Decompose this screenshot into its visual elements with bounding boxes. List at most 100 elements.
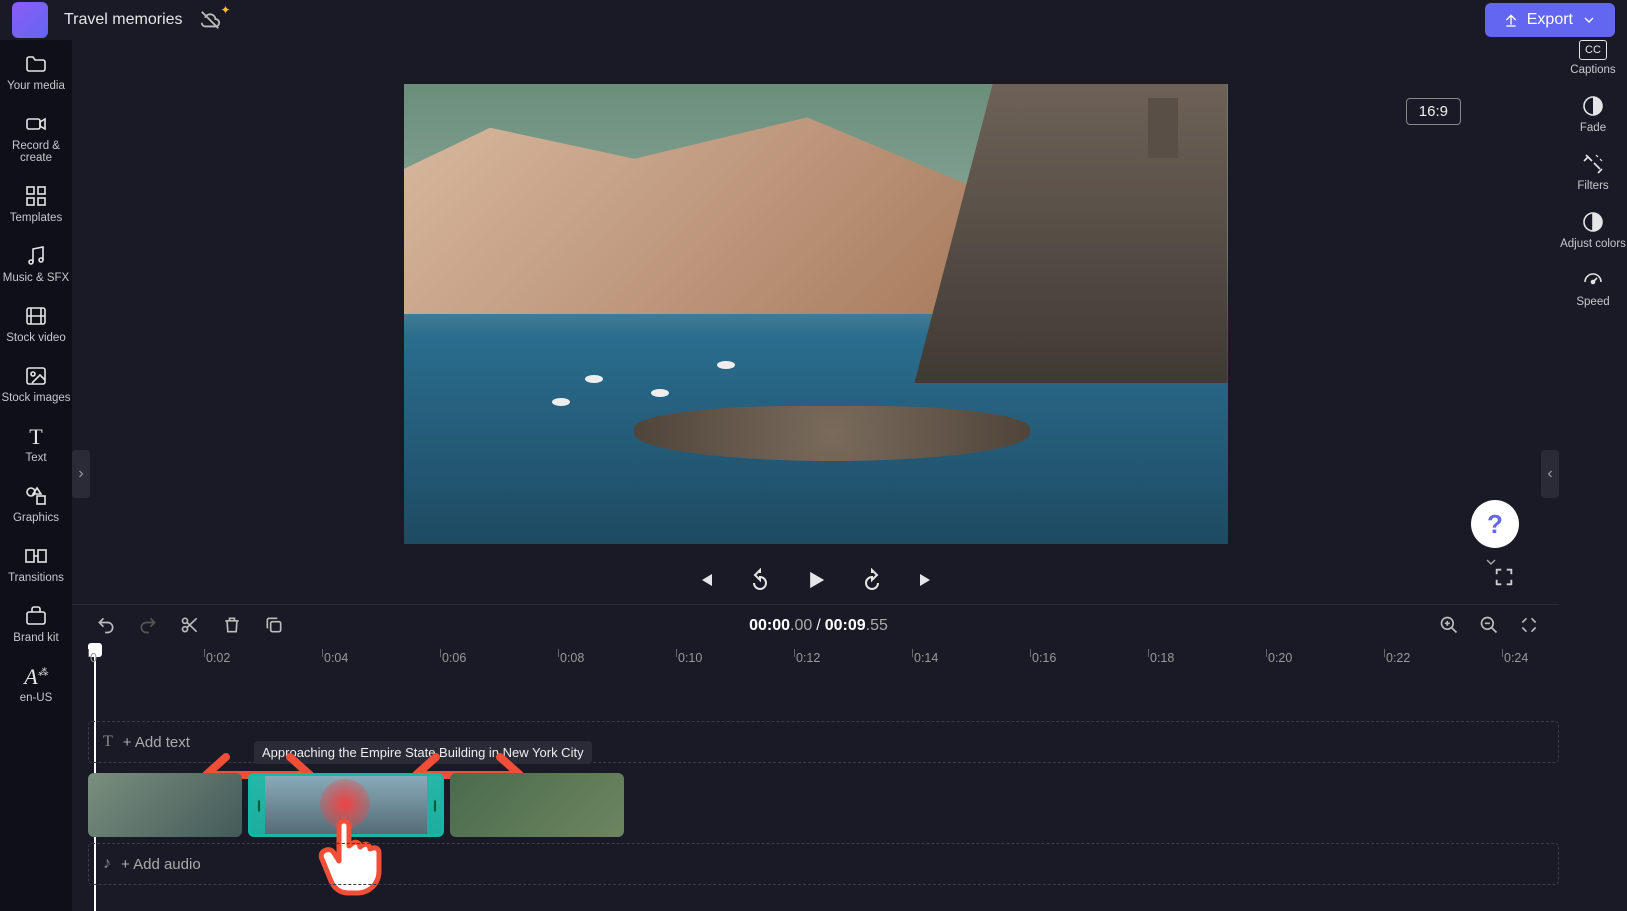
project-title[interactable]: Travel memories <box>64 11 183 29</box>
video-clip-3[interactable] <box>450 773 624 837</box>
adjust-colors-icon <box>1581 210 1605 234</box>
ruler-tick: 0:04 <box>324 651 348 665</box>
sidebar-item-label: Graphics <box>13 512 59 524</box>
ruler-tick: 0:02 <box>206 651 230 665</box>
timeline-toolbar: 00:00.00 / 00:09.55 <box>78 605 1559 647</box>
fit-icon <box>1519 615 1539 635</box>
text-icon: T <box>103 733 113 751</box>
clip-trim-handle-left[interactable] <box>251 776 265 834</box>
right-item-speed[interactable]: Speed <box>1576 268 1609 308</box>
play-button[interactable] <box>802 566 830 594</box>
ruler-tick: 0:10 <box>678 651 702 665</box>
current-time-main: 00:00 <box>749 617 790 634</box>
skip-back-icon <box>692 568 716 592</box>
redo-icon <box>138 615 158 635</box>
sidebar-item-text[interactable]: T Text <box>24 422 48 466</box>
camcorder-icon <box>24 112 48 136</box>
skip-back-button[interactable] <box>690 566 718 594</box>
sidebar-item-templates[interactable]: Templates <box>10 182 62 226</box>
expand-right-panel-button[interactable] <box>1541 450 1559 498</box>
sidebar-item-stock-video[interactable]: Stock video <box>6 302 65 346</box>
sidebar-item-language[interactable]: A⁂ en-US <box>20 662 53 706</box>
app-logo-icon[interactable] <box>12 2 48 38</box>
zoom-in-button[interactable] <box>1439 615 1461 637</box>
aspect-ratio-selector[interactable]: 16:9 <box>1406 98 1461 125</box>
right-item-adjust-colors[interactable]: Adjust colors <box>1560 210 1626 250</box>
sidebar-item-your-media[interactable]: Your media <box>7 50 65 94</box>
clip-trim-handle-right[interactable] <box>427 776 441 834</box>
video-clip-1[interactable] <box>88 773 242 837</box>
sidebar-item-label: Music & SFX <box>3 272 69 284</box>
right-item-filters[interactable]: Filters <box>1577 152 1608 192</box>
music-icon: ♪ <box>103 855 111 873</box>
trash-icon <box>222 615 242 635</box>
time-readout: 00:00.00 / 00:09.55 <box>749 617 888 635</box>
text-track-placeholder: + Add text <box>123 734 190 751</box>
timeline-ruler[interactable]: 0 0:02 0:04 0:06 0:08 0:10 0:12 0:14 0:1… <box>88 647 1559 677</box>
split-button[interactable] <box>264 615 286 637</box>
cut-button[interactable] <box>180 615 202 637</box>
sidebar-item-record-create[interactable]: Record & create <box>0 110 72 166</box>
speed-icon <box>1581 268 1605 292</box>
expand-left-panel-button[interactable] <box>72 450 90 498</box>
briefcase-icon <box>24 604 48 628</box>
clip-tooltip: Approaching the Empire State Building in… <box>254 741 592 764</box>
center-area: 16:9 ? <box>72 40 1559 911</box>
cloud-sync-off-icon[interactable]: ✦ <box>199 9 221 31</box>
skip-forward-button[interactable] <box>914 566 942 594</box>
zoom-controls <box>1439 615 1541 637</box>
sidebar-item-graphics[interactable]: Graphics <box>13 482 59 526</box>
captions-icon: CC <box>1579 40 1607 60</box>
delete-button[interactable] <box>222 615 244 637</box>
right-item-captions[interactable]: CC Captions <box>1570 40 1615 76</box>
scissors-icon <box>180 615 200 635</box>
sidebar-item-label: Stock images <box>1 392 70 404</box>
tracks-container: T + Add text Approaching the Empire Stat… <box>88 677 1559 911</box>
sidebar-item-label: Brand kit <box>13 632 58 644</box>
sidebar-item-stock-images[interactable]: Stock images <box>1 362 70 406</box>
ruler-tick: 0 <box>90 651 97 665</box>
video-clip-2-selected[interactable] <box>248 773 444 837</box>
ruler-tick: 0:18 <box>1150 651 1174 665</box>
ruler-tick: 0:14 <box>914 651 938 665</box>
sidebar-item-brand-kit[interactable]: Brand kit <box>13 602 58 646</box>
chevron-left-icon <box>1544 468 1556 480</box>
undo-button[interactable] <box>96 615 118 637</box>
folder-icon <box>24 52 48 76</box>
forward-button[interactable] <box>858 566 886 594</box>
zoom-out-button[interactable] <box>1479 615 1501 637</box>
filters-icon <box>1581 152 1605 176</box>
chevron-right-icon <box>75 468 87 480</box>
audio-track[interactable]: ♪ + Add audio <box>88 843 1559 885</box>
upload-icon <box>1503 12 1519 28</box>
fullscreen-button[interactable] <box>1493 566 1517 590</box>
ruler-tick: 0:22 <box>1386 651 1410 665</box>
templates-icon <box>24 184 48 208</box>
sidebar-item-label: en-US <box>20 692 53 704</box>
export-button[interactable]: Export <box>1485 3 1615 37</box>
right-item-fade[interactable]: Fade <box>1580 94 1606 134</box>
help-button[interactable]: ? <box>1471 500 1519 548</box>
app-root: Travel memories ✦ Export Your media Reco… <box>0 0 1627 911</box>
audio-track-placeholder: + Add audio <box>121 856 201 873</box>
duration-frac: .55 <box>866 617 888 634</box>
sidebar-item-music-sfx[interactable]: Music & SFX <box>3 242 69 286</box>
main-body: Your media Record & create Templates Mus… <box>0 40 1627 911</box>
video-track[interactable]: Approaching the Empire State Building in… <box>88 773 1559 837</box>
export-label: Export <box>1527 11 1573 29</box>
zoom-in-icon <box>1439 615 1459 635</box>
time-separator: / <box>816 617 820 635</box>
video-preview[interactable] <box>404 84 1228 544</box>
ruler-tick: 0:12 <box>796 651 820 665</box>
sidebar-item-label: Transitions <box>8 572 64 584</box>
duplicate-icon <box>264 615 284 635</box>
redo-button[interactable] <box>138 615 160 637</box>
music-icon <box>24 244 48 268</box>
rewind-button[interactable] <box>746 566 774 594</box>
fade-icon <box>1581 94 1605 118</box>
fit-zoom-button[interactable] <box>1519 615 1541 637</box>
sidebar-item-transitions[interactable]: Transitions <box>8 542 64 586</box>
right-item-label: Captions <box>1570 64 1615 76</box>
fullscreen-icon <box>1493 566 1515 588</box>
right-item-label: Fade <box>1580 122 1606 134</box>
